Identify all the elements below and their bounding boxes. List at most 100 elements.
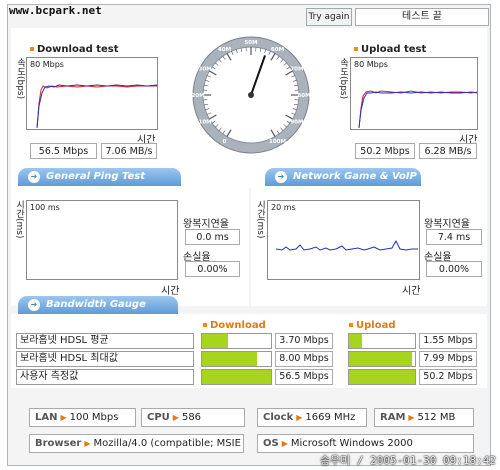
arrow-right-icon: ➔ (28, 299, 40, 311)
browser-value: Mozilla/4.0 (compatible; MSIE 6.0 (93, 438, 244, 449)
bullet-icon (203, 323, 207, 327)
lan-info: LAN ▶ 100 Mbps (29, 408, 136, 427)
browser-info: Browser ▶ Mozilla/4.0 (compatible; MSIE 6.… (29, 434, 244, 453)
upload-bar (348, 351, 416, 367)
clock-info: Clock ▶ 1669 MHz (257, 408, 367, 427)
voip-x-axis-label: 시간 (402, 286, 421, 297)
upload-bar-fill (349, 352, 412, 366)
voip-loss-field: 0.00% (426, 261, 482, 277)
arrow-right-icon: ➔ (28, 171, 40, 183)
ping-loss-field: 0.00% (185, 261, 240, 277)
site-watermark: www.bcpark.net (9, 4, 102, 17)
upload-bar-fill (349, 334, 362, 348)
voip-latency-line (275, 239, 418, 251)
upload-bar (348, 333, 416, 349)
tab-network-game-voip-test[interactable]: ➔Network Game & VoIP Test (265, 168, 421, 200)
upload-red-line (358, 90, 477, 129)
download-bar (201, 369, 272, 385)
triangle-right-icon: ▶ (281, 439, 288, 448)
gauge-tick-label: 80M (297, 93, 310, 99)
gauge-tick-label: 0 (223, 139, 227, 145)
ram-value: 512 MB (417, 412, 456, 423)
upload-blue-line (358, 91, 477, 129)
ping-max-label: 100 ms (30, 203, 60, 212)
bullet-icon (30, 47, 34, 51)
bullet-icon (349, 323, 353, 327)
os-value: Microsoft Windows 2000 (290, 438, 413, 449)
triangle-right-icon: ▶ (84, 439, 91, 448)
gauge-tick-label: 20M (192, 93, 205, 99)
gauge-tick-label: 100M (269, 139, 286, 145)
voip-rtt-label: 왕복지연율 (424, 219, 470, 230)
ram-key: RAM (380, 412, 406, 423)
ping-rtt-label: 왕복지연율 (183, 219, 229, 230)
arrow-right-icon: ➔ (275, 171, 287, 183)
cpu-value: 586 (181, 412, 202, 423)
download-blue-line (36, 84, 157, 129)
upload-value: 7.99 Mbps (419, 351, 477, 367)
gauge-tick-label: 50M (244, 40, 257, 46)
download-bar-fill (202, 334, 228, 348)
ram-info: RAM ▶ 512 MB (374, 408, 474, 427)
os-key: OS (263, 438, 279, 449)
bandwidth-row-label: 사용자 측정값 (16, 369, 194, 385)
gauge-tick-label: 90M (290, 120, 303, 126)
ping-x-axis-label: 시간 (161, 286, 180, 297)
gauge-tick-label: 70M (290, 67, 303, 73)
speed-gauge: 0 10M 20M 30M 40M 50M 60M 70M 80M 90M 100M (192, 36, 310, 154)
status-field: 테스트 끝 (355, 8, 489, 26)
triangle-right-icon: ▶ (172, 413, 179, 422)
download-title: Download test (30, 44, 119, 55)
download-value: 8.00 Mbps (275, 351, 333, 367)
clock-key: Clock (263, 412, 294, 423)
bandwidth-row-label: 보라홈넷 HDSL 최대값 (16, 351, 194, 367)
upload-graph: 80 Mbps (350, 57, 478, 130)
triangle-right-icon: ▶ (60, 413, 67, 422)
bandwidth-download-header: Download (203, 320, 266, 331)
upload-mbs-field: 6.28 MB/s (419, 143, 477, 159)
download-value: 3.70 Mbps (275, 333, 333, 349)
clock-value: 1669 MHz (305, 412, 356, 423)
tab-general-ping-test[interactable]: ➔ General Ping Test (18, 168, 181, 186)
bullet-icon (354, 47, 358, 51)
gauge-tick-label: 60M (271, 47, 284, 53)
bandwidth-row-label: 보라홈넷 HDSL 평균 (16, 333, 194, 349)
download-red-line (36, 85, 157, 129)
ping-rtt-field: 0.0 ms (185, 229, 240, 245)
cpu-info: CPU ▶ 586 (141, 408, 245, 427)
upload-value: 50.2 Mbps (419, 369, 477, 385)
download-mbps-field: 56.5 Mbps (30, 143, 97, 159)
upload-y-axis-label: 속도(bps) (338, 58, 348, 100)
download-graph: 80 Mbps (26, 57, 158, 130)
download-bar-fill (202, 352, 258, 366)
voip-graph: 20 ms (267, 200, 420, 280)
download-value: 56.5 Mbps (275, 369, 333, 385)
gauge-tick-label: 40M (218, 47, 231, 53)
os-info: OS ▶ Microsoft Windows 2000 (257, 434, 474, 453)
download-bar (201, 333, 272, 349)
ping-graph: 100 ms (26, 200, 178, 280)
browser-key: Browser (35, 438, 82, 449)
ping-y-axis-label: 시간(ms) (14, 200, 24, 239)
gauge-tick-label: 10M (199, 120, 212, 126)
voip-rtt-field: 7.4 ms (426, 229, 482, 245)
upload-value: 1.55 Mbps (419, 333, 477, 349)
gauge-tick-label: 30M (199, 67, 212, 73)
cpu-key: CPU (147, 412, 170, 423)
upload-mbps-field: 50.2 Mbps (355, 143, 415, 159)
upload-bar (348, 369, 416, 385)
download-bar-fill (202, 370, 271, 384)
lan-value: 100 Mbps (69, 412, 119, 423)
voip-y-axis-label: 시간(ms) (255, 200, 265, 239)
download-mbs-field: 7.06 MB/s (101, 143, 157, 159)
screenshot-watermark: 송우미 / 2005-01-30 09:18:42 (319, 454, 496, 467)
triangle-right-icon: ▶ (296, 413, 303, 422)
tab-bandwidth-gauge[interactable]: ➔ Bandwidth Gauge (18, 296, 178, 314)
upload-title: Upload test (354, 44, 426, 55)
lan-key: LAN (35, 412, 58, 423)
upload-bar-fill (349, 370, 415, 384)
bandwidth-upload-header: Upload (349, 320, 395, 331)
try-again-button[interactable]: Try again (306, 8, 352, 26)
download-bar (201, 351, 272, 367)
triangle-right-icon: ▶ (408, 413, 415, 422)
